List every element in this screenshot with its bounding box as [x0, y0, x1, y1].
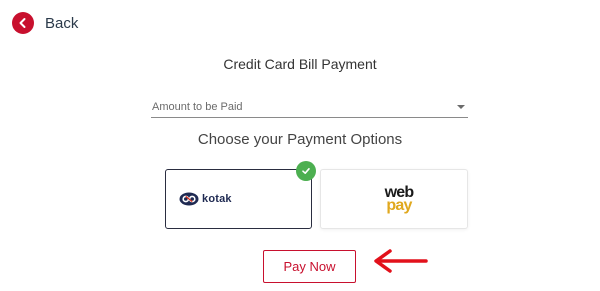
- check-icon: [296, 161, 316, 181]
- payment-options-title: Choose your Payment Options: [197, 131, 403, 148]
- caret-down-icon: [457, 105, 465, 109]
- amount-select[interactable]: Amount to be Paid: [151, 97, 468, 118]
- kotak-logo-icon: [179, 192, 199, 206]
- kotak-label: kotak: [202, 193, 232, 205]
- webpay-logo: web pay: [385, 184, 415, 214]
- pay-now-button[interactable]: Pay Now: [263, 250, 356, 283]
- page-title: Credit Card Bill Payment: [223, 56, 377, 72]
- webpay-logo-pay: pay: [386, 196, 412, 214]
- kotak-logo: kotak: [179, 192, 232, 206]
- amount-placeholder: Amount to be Paid: [152, 101, 243, 113]
- back-label: Back: [45, 14, 79, 32]
- payment-option-kotak[interactable]: kotak: [165, 169, 312, 229]
- back-arrow-icon: [12, 12, 34, 34]
- payment-option-webpay[interactable]: web pay: [320, 169, 468, 229]
- pointer-arrow-icon: [374, 249, 428, 273]
- back-button[interactable]: Back: [12, 12, 78, 34]
